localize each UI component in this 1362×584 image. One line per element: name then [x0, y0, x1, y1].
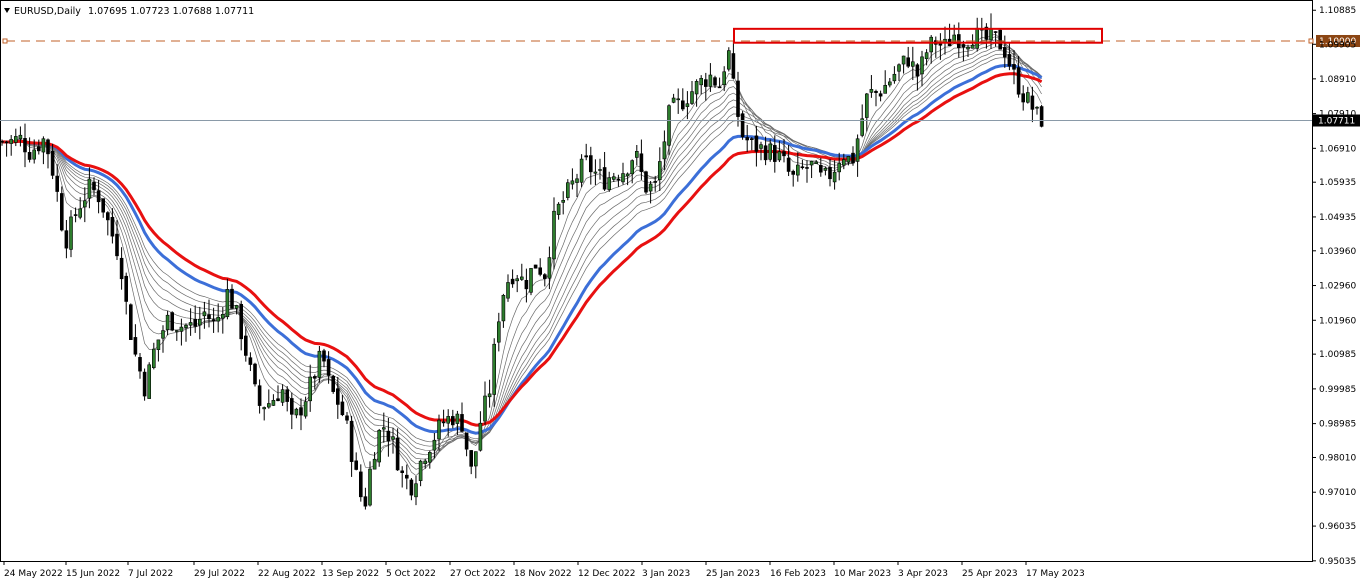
candle	[740, 111, 745, 140]
date-tick-label: 3 Jan 2023	[642, 569, 690, 579]
date-tick-label: 10 Mar 2023	[834, 569, 891, 579]
date-tick-label: 12 Dec 2022	[578, 569, 636, 579]
date-tick-label: 27 Oct 2022	[450, 569, 506, 579]
level-line-handle[interactable]	[2, 38, 8, 44]
candle	[377, 428, 382, 467]
eurusd-daily-chart[interactable]: 1.100001.07711 1.108851.099051.089101.07…	[0, 0, 1362, 584]
price-tick-label: 1.02960	[1319, 282, 1356, 292]
chart-background	[0, 0, 1362, 584]
price-tick-label: 1.05935	[1319, 178, 1356, 188]
price-tick-label: 1.00985	[1319, 350, 1356, 360]
date-tick-label: 18 Nov 2022	[514, 569, 572, 579]
candle	[317, 346, 322, 383]
candle	[1039, 104, 1044, 128]
date-tick-label: 29 Jul 2022	[194, 569, 245, 579]
date-tick-label: 25 Jan 2023	[706, 569, 760, 579]
price-tick-label: 0.98010	[1319, 453, 1356, 463]
date-tick-label: 5 Oct 2022	[386, 569, 436, 579]
chart-header: EURUSD,Daily 1.07695 1.07723 1.07688 1.0…	[4, 6, 254, 17]
candle	[253, 362, 257, 387]
price-tick-label: 1.09905	[1319, 40, 1356, 50]
date-tick-label: 7 Jul 2022	[128, 569, 173, 579]
date-tick-label: 22 Aug 2022	[258, 569, 316, 579]
price-tick-label: 0.97010	[1319, 488, 1356, 498]
price-tick-label: 0.98985	[1319, 420, 1356, 430]
date-tick-label: 24 May 2022	[4, 569, 63, 579]
candle	[147, 362, 151, 399]
candle	[998, 28, 1003, 50]
candle	[142, 368, 147, 401]
ohlc-values: 1.07695 1.07723 1.07688 1.07711	[88, 6, 254, 17]
price-tick-label: 1.08910	[1319, 75, 1356, 85]
candle	[59, 186, 64, 232]
price-tick-label: 1.03960	[1319, 247, 1356, 257]
price-tick-label: 1.06910	[1319, 144, 1356, 154]
candle	[129, 303, 133, 341]
level-line-handle[interactable]	[1308, 38, 1314, 44]
price-tick-label: 0.96035	[1319, 522, 1356, 532]
candle	[533, 264, 538, 269]
price-tick-label: 1.04935	[1319, 213, 1356, 223]
candle	[529, 268, 533, 296]
symbol-timeframe: EURUSD,Daily	[14, 6, 81, 17]
candle	[331, 374, 336, 394]
price-tick-label: 0.95035	[1319, 557, 1356, 567]
date-tick-label: 15 Jun 2022	[66, 569, 120, 579]
candle	[726, 47, 731, 72]
date-tick-label: 13 Sep 2022	[322, 569, 379, 579]
price-tick-label: 1.07910	[1319, 110, 1356, 120]
candle	[170, 311, 174, 332]
price-tick-label: 0.99985	[1319, 385, 1356, 395]
candle	[579, 154, 584, 188]
date-tick-label: 25 Apr 2023	[962, 569, 1018, 579]
date-tick-label: 3 Apr 2023	[898, 569, 948, 579]
date-tick-label: 16 Feb 2023	[770, 569, 826, 579]
date-tick-label: 17 May 2023	[1026, 569, 1085, 579]
price-tick-label: 1.10885	[1319, 6, 1356, 16]
price-tick-label: 1.01960	[1319, 316, 1356, 326]
candle	[644, 170, 648, 195]
